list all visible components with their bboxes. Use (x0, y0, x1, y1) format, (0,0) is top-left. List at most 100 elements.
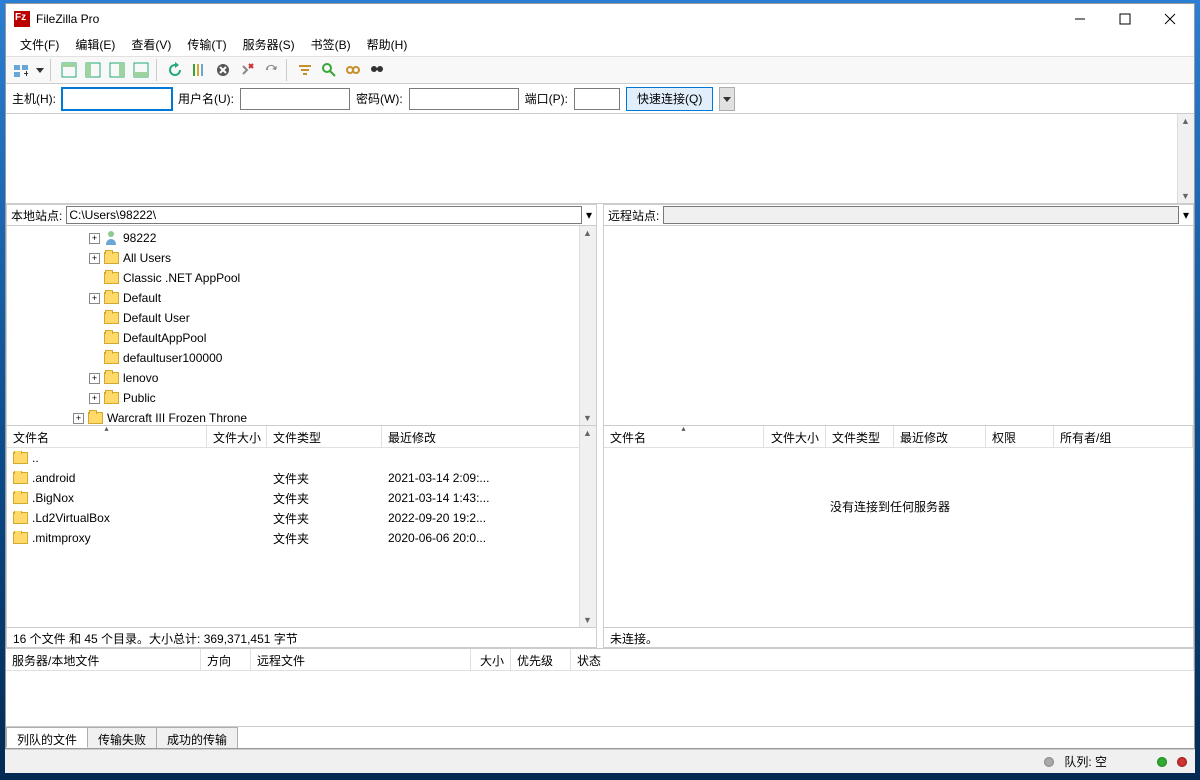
message-log[interactable] (6, 114, 1194, 204)
col-modified[interactable]: 最近修改 (894, 426, 986, 447)
list-item[interactable]: .mitmproxy文件夹2020-06-06 20:0... (7, 528, 596, 548)
col-owner[interactable]: 所有者/组 (1054, 426, 1193, 447)
col-remote[interactable]: 远程文件 (251, 649, 471, 670)
menu-view[interactable]: 查看(V) (125, 34, 177, 55)
disconnect-icon[interactable] (236, 59, 258, 81)
col-type[interactable]: 文件类型 (267, 426, 382, 447)
menu-file[interactable]: 文件(F) (14, 34, 65, 55)
tree-node[interactable]: Default User (7, 308, 596, 328)
file-modified: 2022-09-20 19:2... (382, 511, 596, 525)
tab-ok[interactable]: 成功的传输 (156, 727, 238, 748)
list-item[interactable]: .. (7, 448, 596, 468)
toggle-queue-icon[interactable] (130, 59, 152, 81)
local-tree[interactable]: +98222+All UsersClassic .NET AppPool+Def… (6, 226, 597, 426)
tree-node[interactable]: +Default (7, 288, 596, 308)
col-type[interactable]: 文件类型 (826, 426, 894, 447)
remote-tree[interactable] (603, 226, 1194, 426)
quickconnect-dropdown[interactable] (719, 87, 735, 111)
close-button[interactable] (1147, 5, 1192, 33)
tree-expander-icon[interactable]: + (89, 393, 100, 404)
scrollbar[interactable] (1177, 114, 1194, 203)
quickconnect-bar: 主机(H): 用户名(U): 密码(W): 端口(P): 快速连接(Q) (6, 84, 1194, 114)
toggle-log-icon[interactable] (58, 59, 80, 81)
compare-icon[interactable] (318, 59, 340, 81)
local-path-combo[interactable] (66, 206, 582, 224)
tree-expander-icon[interactable]: + (89, 253, 100, 264)
tree-node-label: lenovo (123, 371, 158, 385)
list-item[interactable]: .Ld2VirtualBox文件夹2022-09-20 19:2... (7, 508, 596, 528)
host-label: 主机(H): (12, 90, 56, 107)
activity-led-icon (1044, 757, 1054, 767)
tree-node-label: Public (123, 391, 156, 405)
queue-body[interactable] (6, 671, 1194, 726)
chevron-down-icon[interactable]: ▾ (586, 208, 592, 222)
menu-help[interactable]: 帮助(H) (361, 34, 414, 55)
remote-listview[interactable]: ▴文件名 文件大小 文件类型 最近修改 权限 所有者/组 没有连接到任何服务器 (603, 426, 1194, 628)
tree-expander-icon[interactable]: + (73, 413, 84, 424)
process-queue-icon[interactable] (188, 59, 210, 81)
username-input[interactable] (240, 88, 350, 110)
menu-server[interactable]: 服务器(S) (237, 34, 301, 55)
col-size[interactable]: 文件大小 (764, 426, 826, 447)
tree-node[interactable]: defaultuser100000 (7, 348, 596, 368)
tab-failed[interactable]: 传输失败 (87, 727, 157, 748)
menu-edit[interactable]: 编辑(E) (69, 34, 121, 55)
site-manager-icon[interactable] (10, 59, 32, 81)
chevron-down-icon[interactable]: ▾ (1183, 208, 1189, 222)
maximize-button[interactable] (1102, 5, 1147, 33)
scrollbar[interactable] (579, 226, 596, 425)
sync-browse-icon[interactable] (342, 59, 364, 81)
folder-icon (13, 452, 28, 464)
folder-icon (104, 292, 119, 304)
tree-node[interactable]: Classic .NET AppPool (7, 268, 596, 288)
tree-node[interactable]: +98222 (7, 228, 596, 248)
col-name[interactable]: ▴文件名 (7, 426, 207, 447)
toolbar-separator (50, 59, 54, 81)
tree-node[interactable]: +All Users (7, 248, 596, 268)
minimize-button[interactable] (1057, 5, 1102, 33)
col-name[interactable]: ▴文件名 (604, 426, 764, 447)
menu-bookmarks[interactable]: 书签(B) (305, 34, 357, 55)
col-dir[interactable]: 方向 (201, 649, 251, 670)
col-status[interactable]: 状态 (571, 649, 1194, 670)
folder-icon (13, 492, 28, 504)
tree-node[interactable]: + lenovo (7, 368, 596, 388)
port-input[interactable] (574, 88, 620, 110)
search-icon[interactable] (366, 59, 388, 81)
folder-icon (13, 472, 28, 484)
titlebar: FileZilla Pro (6, 4, 1194, 34)
col-prio[interactable]: 优先级 (511, 649, 571, 670)
col-modified[interactable]: 最近修改 (382, 426, 596, 447)
col-size[interactable]: 大小 (471, 649, 511, 670)
tree-node[interactable]: + Public (7, 388, 596, 408)
tree-node-label: 98222 (123, 231, 156, 245)
local-listview[interactable]: ▴文件名 文件大小 文件类型 最近修改 ...android文件夹2021-03… (6, 426, 597, 628)
refresh-icon[interactable] (164, 59, 186, 81)
tree-expander-icon[interactable]: + (89, 233, 100, 244)
col-perm[interactable]: 权限 (986, 426, 1054, 447)
password-input[interactable] (409, 88, 519, 110)
app-window: FileZilla Pro 文件(F) 编辑(E) 查看(V) 传输(T) 服务… (5, 3, 1195, 749)
file-name: .android (32, 471, 75, 485)
tree-node[interactable]: +Warcraft III Frozen Throne (7, 408, 596, 426)
menu-transfer[interactable]: 传输(T) (181, 34, 232, 55)
tree-expander-icon[interactable]: + (89, 373, 100, 384)
filter-icon[interactable] (294, 59, 316, 81)
tree-expander-icon[interactable]: + (89, 293, 100, 304)
port-label: 端口(P): (525, 90, 568, 107)
toggle-remote-tree-icon[interactable] (106, 59, 128, 81)
tree-node[interactable]: DefaultAppPool (7, 328, 596, 348)
toggle-local-tree-icon[interactable] (82, 59, 104, 81)
reconnect-icon[interactable] (260, 59, 282, 81)
list-item[interactable]: .BigNox文件夹2021-03-14 1:43:... (7, 488, 596, 508)
cancel-icon[interactable] (212, 59, 234, 81)
list-item[interactable]: .android文件夹2021-03-14 2:09:... (7, 468, 596, 488)
col-size[interactable]: 文件大小 (207, 426, 267, 447)
folder-icon (104, 332, 119, 344)
scrollbar[interactable] (579, 426, 596, 627)
tab-queued[interactable]: 列队的文件 (6, 727, 88, 748)
col-server[interactable]: 服务器/本地文件 (6, 649, 201, 670)
quickconnect-button[interactable]: 快速连接(Q) (626, 87, 713, 111)
site-manager-drop-icon[interactable] (34, 59, 46, 81)
host-input[interactable] (62, 88, 172, 110)
